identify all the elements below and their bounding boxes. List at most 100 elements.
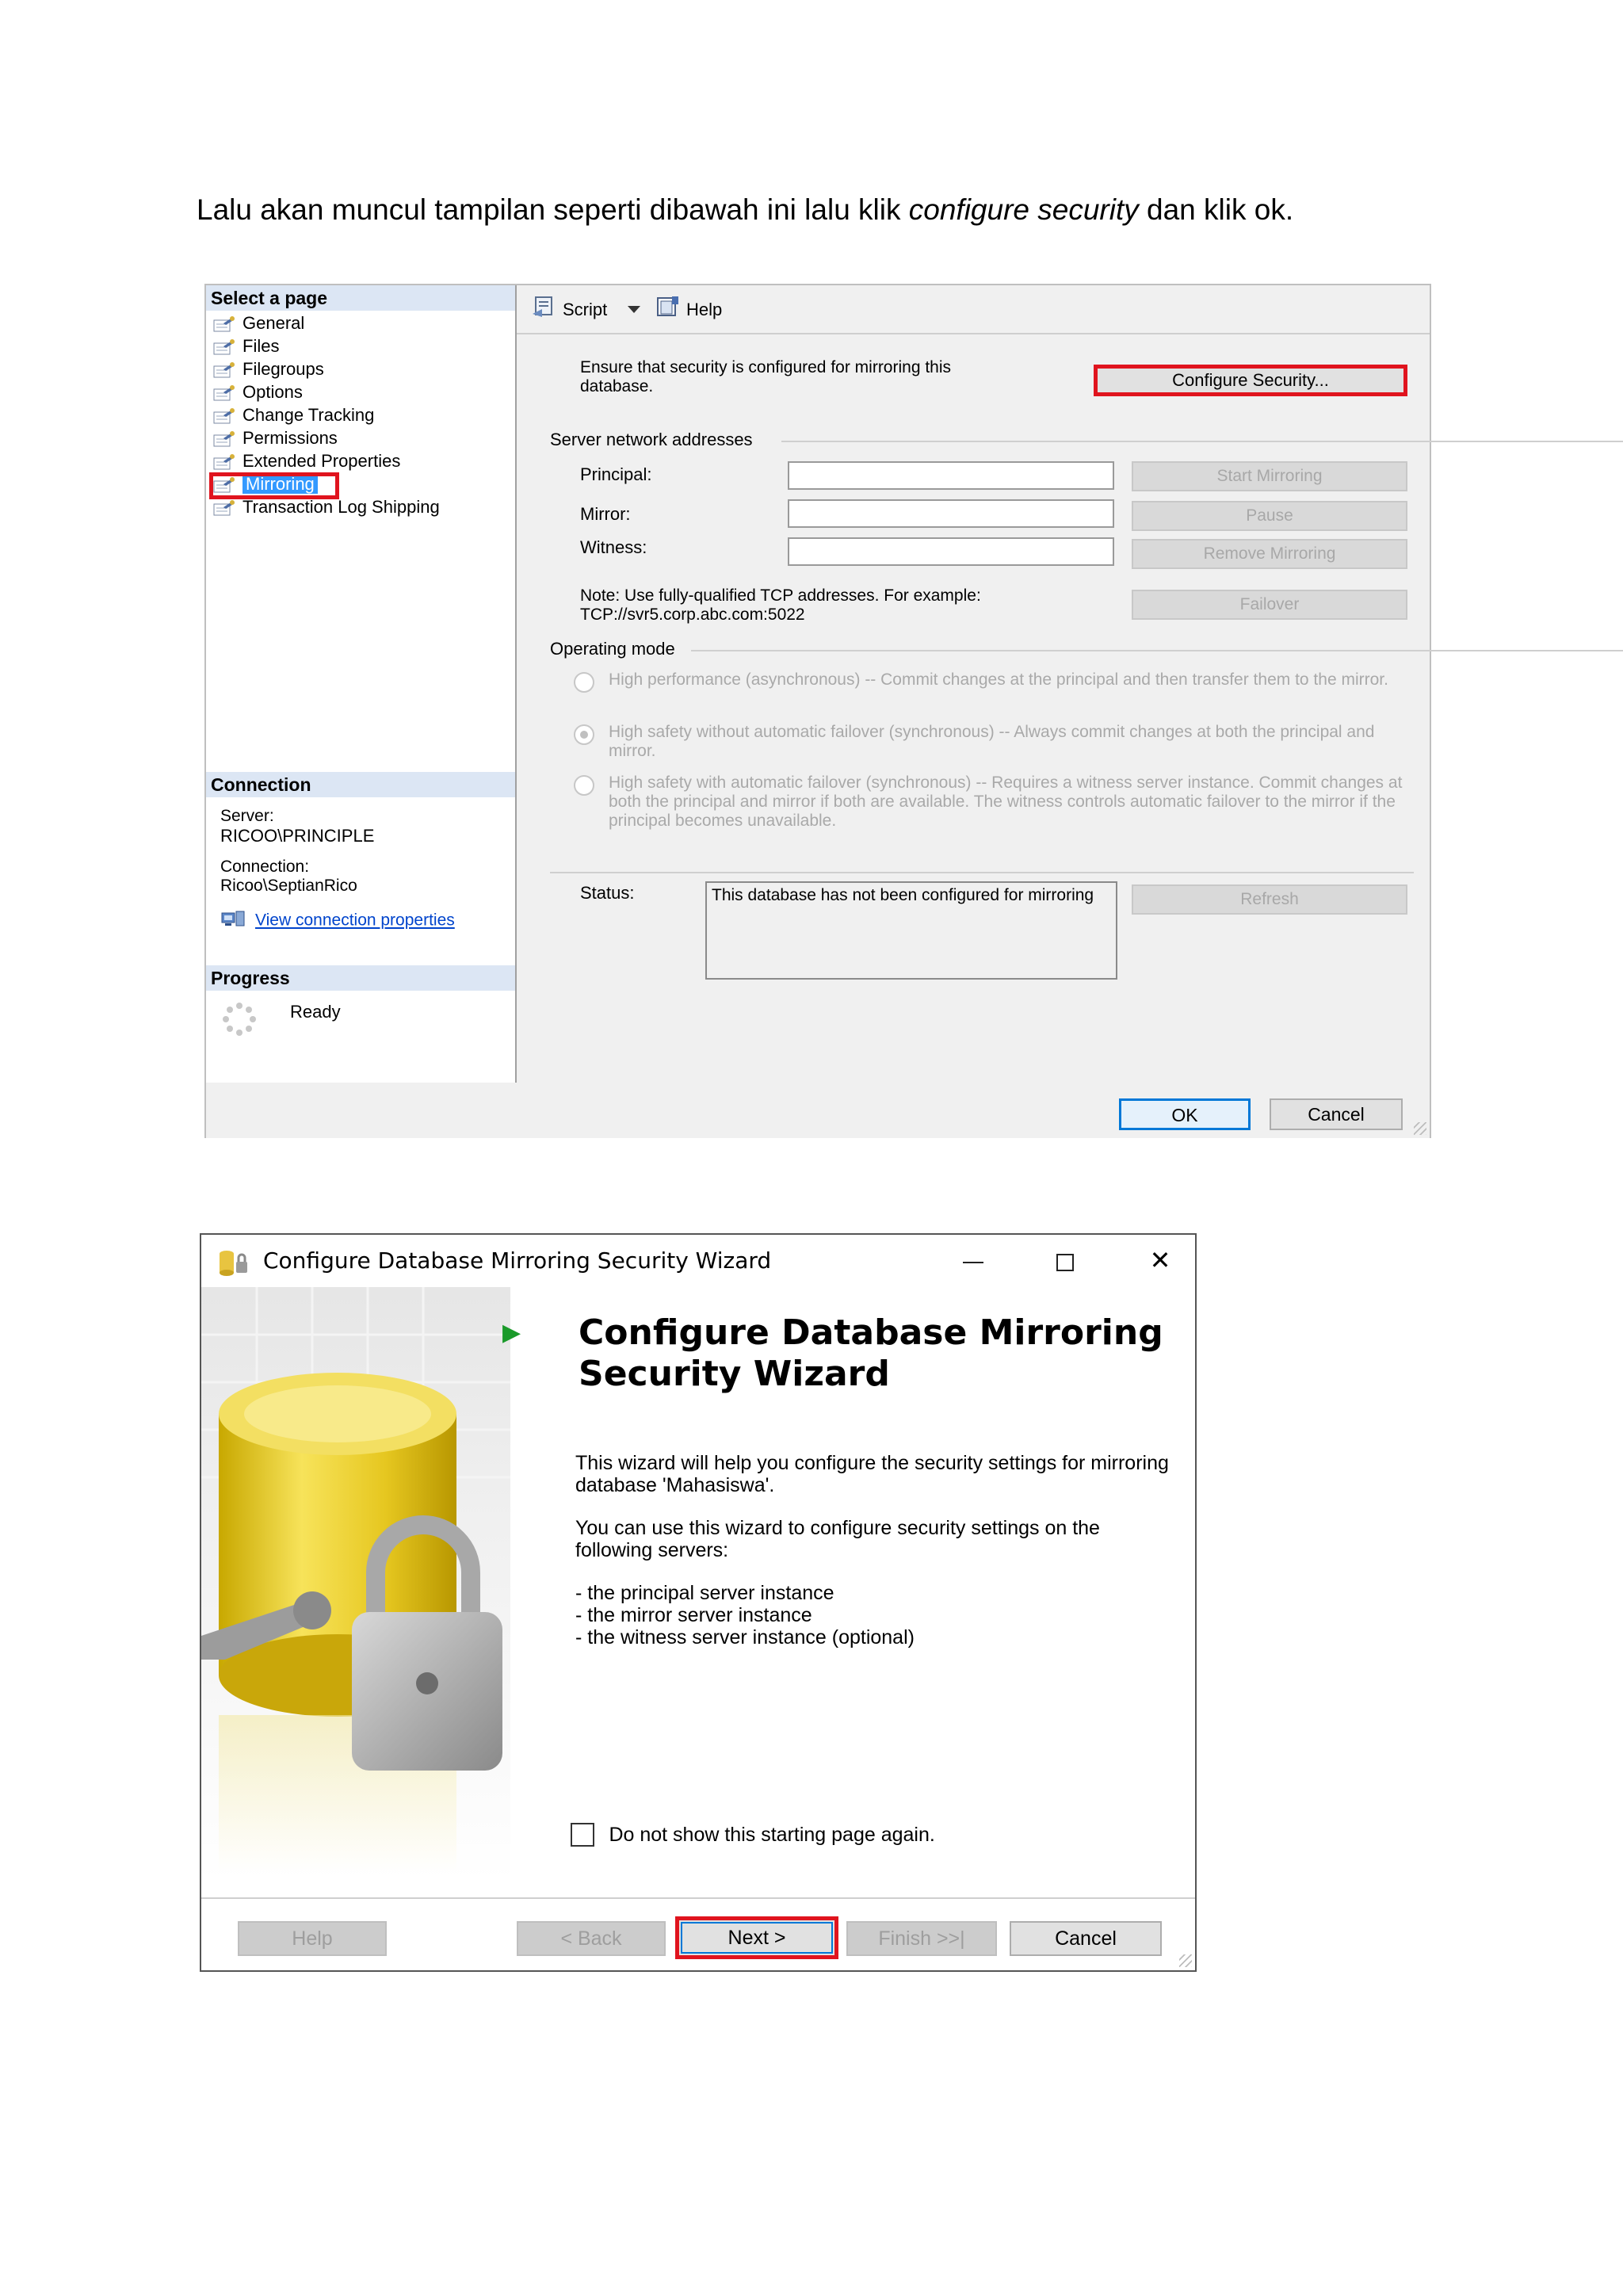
- operating-mode-group-label: Operating mode: [550, 639, 675, 659]
- view-connection-properties-link[interactable]: View connection properties: [255, 911, 455, 930]
- page-item-files[interactable]: Files: [212, 335, 279, 357]
- connection-header: Connection: [206, 772, 515, 797]
- page-item-label: Transaction Log Shipping: [242, 497, 440, 517]
- page-wrench-icon: [212, 499, 236, 517]
- wizard-back-button[interactable]: < Back: [517, 1921, 666, 1956]
- help-button[interactable]: Help: [655, 295, 722, 327]
- mode-high-performance-text: High performance (asynchronous) -- Commi…: [609, 670, 1388, 689]
- wizard-server-item: - the witness server instance (optional): [575, 1626, 915, 1648]
- page-wrench-icon: [212, 315, 236, 333]
- mode-high-safety-text: High safety without automatic failover (…: [609, 723, 1375, 760]
- wizard-finish-button[interactable]: Finish >>|: [846, 1921, 997, 1956]
- mode-high-safety-auto-radio[interactable]: [574, 775, 594, 796]
- failover-button[interactable]: Failover: [1132, 590, 1407, 620]
- server-value: RICOO\PRINCIPLE: [220, 826, 375, 846]
- start-mirroring-button[interactable]: Start Mirroring: [1132, 461, 1407, 491]
- chevron-down-icon: [628, 305, 640, 313]
- close-window-button[interactable]: ✕: [1136, 1244, 1184, 1276]
- page-item-label: General: [242, 313, 305, 333]
- dont-show-again-checkbox[interactable]: [571, 1823, 594, 1847]
- page-wrench-icon: [212, 453, 236, 471]
- page-item-transaction-log-shipping[interactable]: Transaction Log Shipping: [212, 496, 440, 518]
- witness-address-input[interactable]: [788, 537, 1114, 566]
- title-bar: Configure Database Mirroring Security Wi…: [201, 1235, 1195, 1287]
- page-item-label: Change Tracking: [242, 405, 375, 425]
- mode-high-performance-radio[interactable]: [574, 672, 594, 693]
- wizard-intro-text: This wizard will help you configure the …: [575, 1452, 1169, 1496]
- remove-mirroring-button[interactable]: Remove Mirroring: [1132, 539, 1407, 569]
- window-title: Configure Database Mirroring Security Wi…: [263, 1247, 772, 1274]
- dialog-footer: OK Cancel: [206, 1083, 1430, 1138]
- close-icon: ✕: [1149, 1246, 1171, 1274]
- right-pane: Script Help Ensure that security is conf…: [517, 285, 1623, 1083]
- mode-high-safety-auto-text: High safety with automatic failover (syn…: [609, 774, 1403, 830]
- principal-label: Principal:: [580, 464, 652, 484]
- left-pane: Select a page General Files Filegroups Opti…: [206, 285, 517, 1083]
- refresh-button[interactable]: Refresh: [1132, 884, 1407, 915]
- wizard-servers-intro-text: You can use this wizard to configure sec…: [575, 1517, 1100, 1561]
- configure-security-button[interactable]: Configure Security...: [1094, 365, 1407, 396]
- page-wrench-icon: [212, 384, 236, 402]
- help-label: Help: [686, 299, 723, 319]
- current-step-arrow-icon: ▶: [502, 1320, 521, 1346]
- progress-status: Ready: [290, 1002, 341, 1022]
- page-wrench-icon: [212, 361, 236, 379]
- note-example: TCP://svr5.corp.abc.com:5022: [580, 606, 805, 624]
- wizard-heading: Configure Database Mirroring Security Wi…: [579, 1312, 1163, 1394]
- page-item-label: Files: [242, 336, 280, 356]
- status-box: This database has not been configured fo…: [705, 881, 1117, 980]
- wizard-next-button[interactable]: Next >: [675, 1916, 838, 1959]
- wizard-cancel-button[interactable]: Cancel: [1010, 1921, 1162, 1956]
- page-item-label: Options: [242, 382, 303, 402]
- script-dropdown-arrow[interactable]: [628, 295, 640, 322]
- mode-high-safety-radio[interactable]: [574, 724, 594, 745]
- server-network-group-line: [781, 441, 1623, 442]
- page-wrench-icon: [212, 407, 236, 425]
- page-item-label: Extended Properties: [242, 451, 401, 471]
- witness-label: Witness:: [580, 537, 647, 557]
- ensure-security-text: Ensure that security is configured for m…: [580, 358, 952, 395]
- script-button[interactable]: Script: [531, 295, 607, 327]
- page-item-change-tracking[interactable]: Change Tracking: [212, 404, 374, 426]
- status-separator-line: [550, 872, 1414, 873]
- page-wrench-icon: [212, 430, 236, 448]
- server-network-group-label: Server network addresses: [550, 430, 753, 449]
- mirroring-security-wizard-window: Configure Database Mirroring Security Wi…: [200, 1233, 1197, 1972]
- page-item-filegroups[interactable]: Filegroups: [212, 358, 324, 380]
- page-item-extended-properties[interactable]: Extended Properties: [212, 450, 400, 472]
- page-item-label: Filegroups: [242, 359, 324, 379]
- page-item-options[interactable]: Options: [212, 381, 303, 403]
- select-page-header: Select a page: [206, 285, 515, 311]
- maximize-window-button[interactable]: [1041, 1244, 1089, 1276]
- help-icon: [655, 295, 682, 327]
- minimize-window-button[interactable]: [949, 1244, 997, 1276]
- note-text: Note: Use fully-qualified TCP addresses.…: [580, 586, 981, 605]
- toolbar: Script Help: [517, 285, 1430, 334]
- page-item-label: Permissions: [242, 428, 338, 448]
- dont-show-again-row[interactable]: Do not show this starting page again.: [571, 1823, 935, 1847]
- ok-button[interactable]: OK: [1119, 1098, 1251, 1130]
- mirror-label: Mirror:: [580, 504, 631, 524]
- resize-grip-icon[interactable]: [1414, 1122, 1426, 1135]
- principal-address-input[interactable]: [788, 461, 1114, 490]
- wizard-help-button[interactable]: Help: [238, 1921, 387, 1956]
- minimize-icon: [963, 1261, 983, 1263]
- caption-text-before: Lalu akan muncul tampilan seperti dibawa…: [197, 193, 909, 226]
- operating-mode-group-line: [691, 650, 1623, 651]
- resize-grip-icon[interactable]: [1179, 1954, 1192, 1967]
- connection-label: Connection:: [220, 858, 310, 876]
- cancel-button[interactable]: Cancel: [1270, 1098, 1403, 1130]
- caption-text-after: dan klik ok.: [1138, 193, 1294, 226]
- pause-button[interactable]: Pause: [1132, 501, 1407, 531]
- wizard-app-icon: [217, 1247, 254, 1282]
- page-item-general[interactable]: General: [212, 312, 304, 334]
- mirror-address-input[interactable]: [788, 499, 1114, 528]
- wizard-server-item: - the principal server instance: [575, 1582, 834, 1604]
- progress-spinner-icon: [222, 1002, 257, 1041]
- database-properties-dialog: Select a page General Files Filegroups Opti…: [204, 284, 1623, 1138]
- mirroring-highlight-box: [209, 472, 339, 499]
- page-item-permissions[interactable]: Permissions: [212, 427, 338, 449]
- caption-emphasis: configure security: [908, 193, 1139, 226]
- view-connection-link-row[interactable]: View connection properties: [220, 908, 455, 934]
- wizard-illustration: [201, 1287, 510, 1881]
